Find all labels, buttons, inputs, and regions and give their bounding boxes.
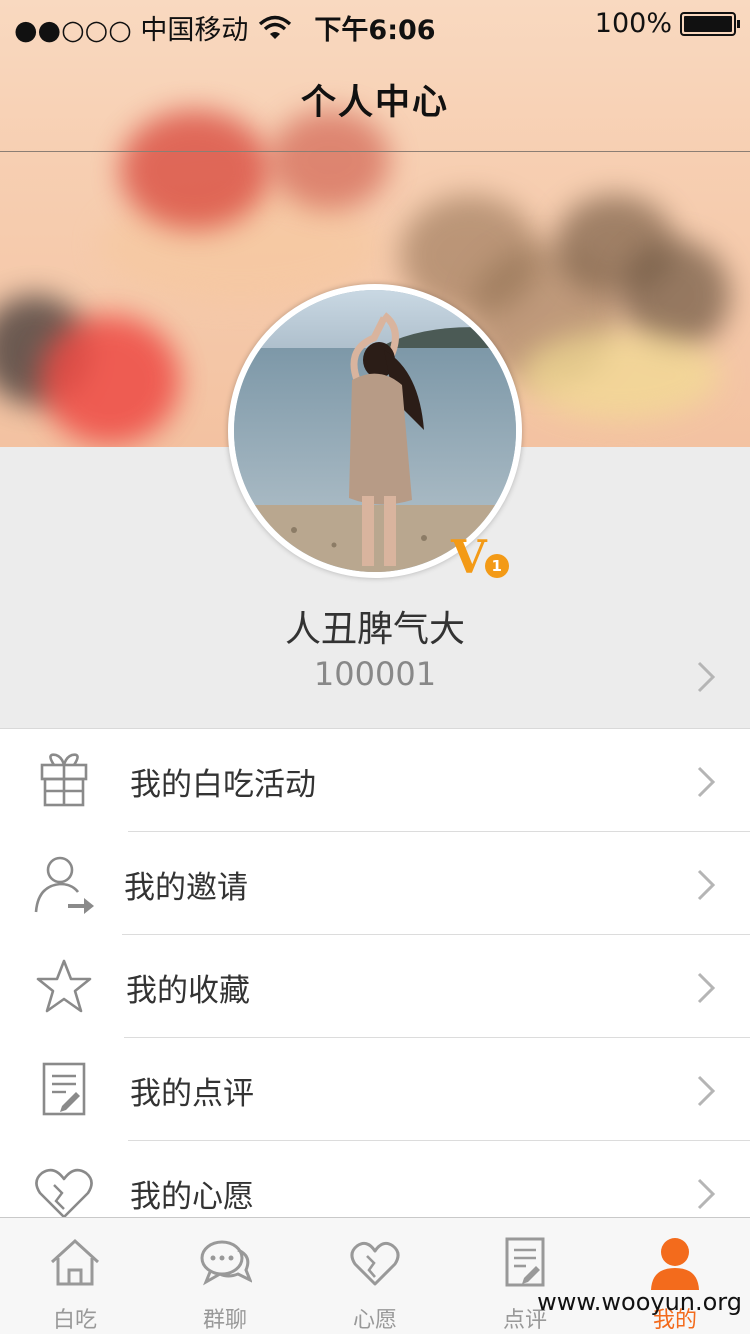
menu-item-favorites[interactable]: 我的收藏 [0, 935, 750, 1038]
chevron-right-icon [697, 869, 716, 901]
menu-item-label: 我的白吃活动 [130, 767, 316, 803]
vip-badge: V 1 [451, 534, 509, 580]
menu-item-label: 我的收藏 [126, 973, 250, 1009]
menu-item-label: 我的心愿 [130, 1179, 254, 1215]
gift-icon [40, 753, 88, 807]
review-icon [505, 1237, 545, 1287]
chevron-right-icon [697, 766, 716, 798]
home-icon [50, 1238, 100, 1286]
star-icon [36, 959, 92, 1013]
tab-label: 心愿 [352, 1308, 397, 1333]
tab-home[interactable]: 白吃 [0, 1218, 150, 1334]
menu-item-activities[interactable]: 我的白吃活动 [0, 729, 750, 832]
tab-wishes[interactable]: 心愿 [300, 1218, 450, 1334]
menu-item-label: 我的点评 [130, 1076, 254, 1112]
chevron-right-icon [697, 1075, 716, 1107]
chevron-right-icon [697, 972, 716, 1004]
menu-item-reviews[interactable]: 我的点评 [0, 1038, 750, 1141]
battery-status: 100% [594, 8, 740, 39]
status-bar: ●●○○○ 中国移动 下午6:06 100% [0, 0, 750, 50]
tab-chat[interactable]: 群聊 [150, 1218, 300, 1334]
tab-label: 群聊 [202, 1308, 247, 1333]
chevron-right-icon[interactable] [696, 660, 716, 694]
tab-label: 白吃 [52, 1308, 97, 1333]
user-id: 100001 [313, 655, 437, 693]
menu-item-invites[interactable]: 我的邀请 [0, 832, 750, 935]
tab-reviews[interactable]: 点评 [450, 1218, 600, 1334]
review-icon [42, 1062, 86, 1116]
navigation-bar: 个人中心 [0, 50, 750, 152]
page-title: 个人中心 [300, 83, 449, 123]
battery-icon [680, 11, 740, 36]
heart-icon [350, 1241, 400, 1286]
person-icon [651, 1238, 699, 1290]
user-invite-icon [34, 856, 94, 914]
tab-bar: 白吃 群聊 心愿 点评 我的 [0, 1217, 750, 1334]
battery-percent: 100% [594, 8, 672, 39]
menu-list: 我的白吃活动 我的邀请 我的收藏 我的点评 我的心愿 [0, 729, 750, 1244]
chat-icon [200, 1240, 252, 1286]
watermark: www.wooyun.org [537, 1288, 742, 1316]
heart-icon [35, 1168, 93, 1219]
menu-item-label: 我的邀请 [124, 870, 248, 906]
vip-level: 1 [484, 554, 509, 578]
tab-mine[interactable]: 我的 [600, 1218, 750, 1334]
chevron-right-icon [697, 1178, 716, 1210]
vip-letter: V [451, 530, 487, 584]
username: 人丑脾气大 [284, 609, 465, 650]
